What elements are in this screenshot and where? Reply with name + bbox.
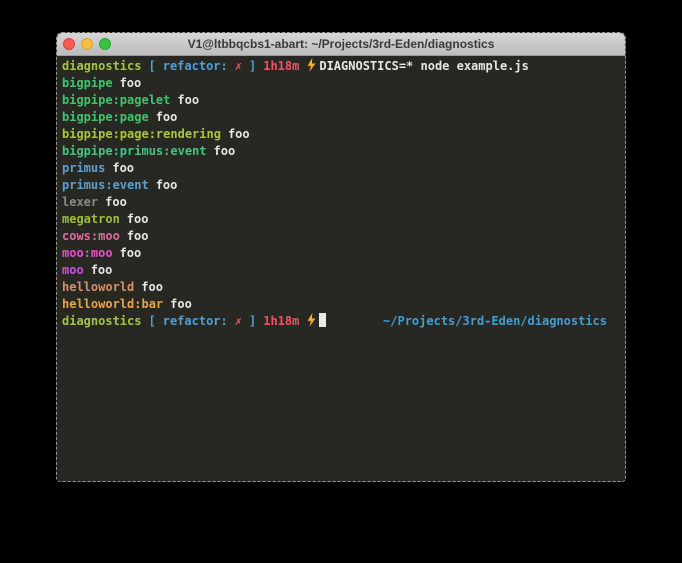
log-message: foo [228, 127, 250, 141]
log-message: foo [177, 93, 199, 107]
log-namespace: bigpipe:page [62, 110, 149, 124]
prompt-line-top: diagnostics [ refactor: ✗] 1h18m DIAGNOSTICS=… [62, 58, 621, 75]
terminal-screen[interactable]: diagnostics [ refactor: ✗] 1h18m DIAGNOSTICS=… [57, 56, 625, 482]
log-namespace: bigpipe:page:rendering [62, 127, 221, 141]
close-button[interactable] [63, 38, 75, 50]
log-message: foo [120, 76, 142, 90]
zoom-button[interactable] [99, 38, 111, 50]
log-message: foo [120, 246, 142, 260]
log-message: foo [127, 229, 149, 243]
log-message: foo [156, 178, 178, 192]
log-namespace: helloworld:bar [62, 297, 163, 311]
prompt-branch: refactor: [163, 314, 228, 328]
titlebar[interactable]: V1@ltbbqcbs1-abart: ~/Projects/3rd-Eden/… [57, 33, 625, 56]
cursor-block [319, 313, 326, 327]
dirty-mark-icon: ✗ [235, 314, 242, 328]
log-line: helloworld:bar foo [62, 296, 621, 313]
log-namespace: moo [62, 263, 84, 277]
lightning-bolt-icon [306, 58, 317, 72]
log-message: foo [105, 195, 127, 209]
cwd-path: ~/Projects/3rd-Eden/diagnostics [383, 313, 607, 330]
log-namespace: primus:event [62, 178, 149, 192]
log-line: helloworld foo [62, 279, 621, 296]
log-namespace: lexer [62, 195, 98, 209]
log-namespace: bigpipe:pagelet [62, 93, 170, 107]
log-line: primus:event foo [62, 177, 621, 194]
lightning-bolt-icon [306, 313, 317, 327]
prompt-open-bracket: [ [148, 314, 155, 328]
log-namespace: bigpipe:primus:event [62, 144, 207, 158]
prompt-open-bracket: [ [148, 59, 155, 73]
minimize-button[interactable] [81, 38, 93, 50]
log-line: bigpipe foo [62, 75, 621, 92]
log-line: bigpipe:primus:event foo [62, 143, 621, 160]
log-namespace: primus [62, 161, 105, 175]
log-line: megatron foo [62, 211, 621, 228]
prompt-left: diagnostics [ refactor: ✗] 1h18m [62, 313, 326, 330]
prompt-line-bottom: diagnostics [ refactor: ✗] 1h18m ~/Projects/… [62, 313, 621, 330]
dirty-mark-icon: ✗ [235, 59, 242, 73]
log-namespace: helloworld [62, 280, 134, 294]
log-line: lexer foo [62, 194, 621, 211]
log-output: bigpipefoobigpipe:pageletfoobigpipe:page… [62, 75, 621, 313]
log-line: bigpipe:page foo [62, 109, 621, 126]
prompt-close-bracket: ] [249, 314, 256, 328]
log-line: bigpipe:page:rendering foo [62, 126, 621, 143]
log-message: foo [156, 110, 178, 124]
log-namespace: moo:moo [62, 246, 113, 260]
prompt-name: diagnostics [62, 314, 141, 328]
prompt-elapsed: 1h18m [263, 314, 299, 328]
prompt-name: diagnostics [62, 59, 141, 73]
log-line: primus foo [62, 160, 621, 177]
log-namespace: bigpipe [62, 76, 113, 90]
log-message: foo [214, 144, 236, 158]
traffic-lights [63, 38, 111, 50]
command-text: DIAGNOSTICS=* node example.js [319, 59, 529, 73]
log-namespace: cows:moo [62, 229, 120, 243]
prompt-close-bracket: ] [249, 59, 256, 73]
log-message: foo [112, 161, 134, 175]
log-message: foo [170, 297, 192, 311]
log-message: foo [127, 212, 149, 226]
prompt-elapsed: 1h18m [263, 59, 299, 73]
window-title: V1@ltbbqcbs1-abart: ~/Projects/3rd-Eden/… [57, 33, 625, 55]
log-line: moofoo [62, 262, 621, 279]
log-line: cows:moo foo [62, 228, 621, 245]
terminal-window: V1@ltbbqcbs1-abart: ~/Projects/3rd-Eden/… [56, 32, 626, 482]
log-line: bigpipe:pagelet foo [62, 92, 621, 109]
log-message: foo [91, 263, 113, 277]
log-namespace: megatron [62, 212, 120, 226]
log-line: moo:moo foo [62, 245, 621, 262]
prompt-branch: refactor: [163, 59, 228, 73]
log-message: foo [141, 280, 163, 294]
